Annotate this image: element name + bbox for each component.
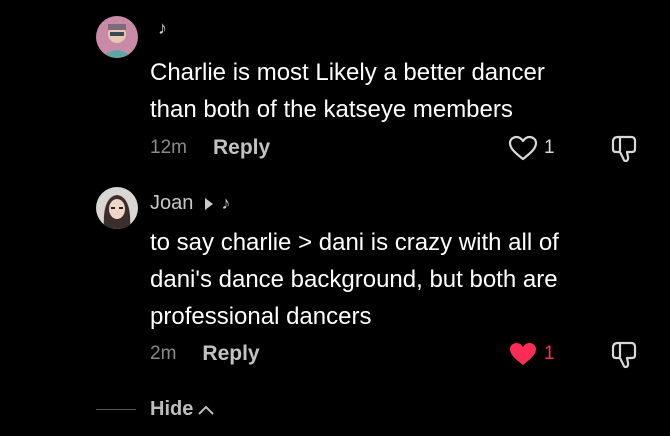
avatar[interactable]: [96, 187, 138, 229]
like-button[interactable]: 1: [508, 341, 555, 367]
divider: [96, 409, 136, 410]
comment-text-line: than both of the katseye members: [150, 96, 513, 123]
like-count: 1: [544, 137, 555, 158]
reply-button[interactable]: Reply: [202, 342, 259, 366]
comment-text-line: to say charlie > dani is crazy with all …: [150, 229, 559, 256]
heart-filled-icon: [510, 343, 536, 365]
comment-text-line: dani's dance background, but both are: [150, 266, 558, 293]
comment-header: Joan ♪: [150, 192, 230, 215]
avatar[interactable]: [96, 16, 138, 58]
play-arrow-icon: [205, 197, 214, 210]
chevron-up-icon: [198, 405, 215, 415]
heart-outline-icon: [508, 135, 538, 161]
timestamp: 2m: [150, 343, 177, 364]
thumbs-down-icon: [611, 135, 637, 163]
hide-label: Hide: [150, 398, 194, 420]
dislike-button[interactable]: [610, 134, 640, 169]
comment-meta: 2m Reply: [150, 342, 260, 366]
person-avatar-icon: [96, 16, 138, 58]
person-avatar-icon: [96, 187, 138, 229]
hide-replies-button[interactable]: Hide: [96, 398, 215, 421]
dislike-button[interactable]: [610, 340, 640, 375]
like-button[interactable]: 1: [508, 135, 555, 161]
comment-text-line: professional dancers: [150, 303, 372, 330]
reply-button[interactable]: Reply: [213, 136, 270, 160]
music-note-icon: ♪: [158, 18, 167, 38]
comment-text: to say charlie > dani is crazy with all …: [150, 224, 630, 335]
timestamp: 12m: [150, 137, 187, 158]
music-note-icon: ♪: [221, 193, 231, 213]
comment-header: ♪: [150, 18, 167, 39]
comment-meta: 12m Reply: [150, 136, 270, 160]
comment-text-line: Charlie is most Likely a better dancer: [150, 59, 545, 86]
username[interactable]: Joan: [150, 192, 193, 215]
like-count: 1: [544, 343, 555, 364]
thumbs-down-icon: [611, 341, 637, 369]
comment-text: Charlie is most Likely a better dancer t…: [150, 54, 630, 128]
